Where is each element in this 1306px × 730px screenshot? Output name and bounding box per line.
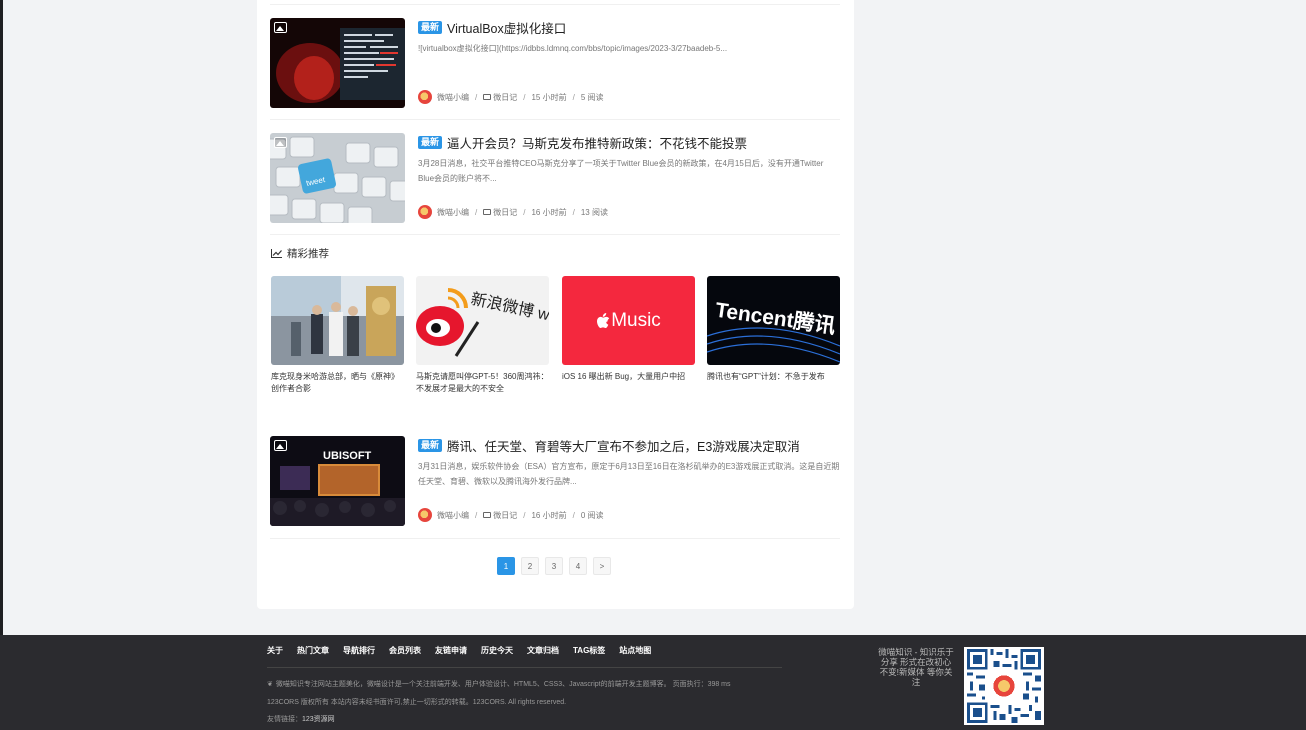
recommendation-image[interactable]: 新浪微博 weibo.com — [416, 276, 549, 365]
read-count: 5 阅读 — [580, 92, 604, 102]
footer-link-hot[interactable]: 热门文章 — [297, 645, 329, 656]
author-name[interactable]: 微喵小编 — [437, 92, 469, 103]
category-link[interactable]: 微日记 — [493, 92, 517, 103]
read-count: 0 阅读 — [580, 510, 604, 520]
article-thumbnail[interactable]: UBISOFT — [270, 436, 405, 526]
recommendations: 库克现身米哈游总部，晒与《原神》创作者合影 新浪微博 weibo.com 马斯克… — [271, 276, 841, 396]
article-excerpt: ![virtualbox虚拟化接口](https://idbbs.ldmnq.c… — [418, 44, 728, 53]
new-badge: 最新 — [418, 135, 443, 149]
friend-link[interactable]: 123资源网 — [302, 716, 335, 723]
music-logo-text: Music — [611, 309, 661, 331]
post-time: 16 小时前 — [531, 510, 567, 520]
footer-link-members[interactable]: 会员列表 — [389, 645, 421, 656]
article-title[interactable]: 腾讯、任天堂、育碧等大厂宣布不参加之后，E3游戏展决定取消 — [447, 436, 800, 455]
image-icon — [274, 22, 287, 33]
article-title[interactable]: VirtualBox虚拟化接口 — [447, 18, 566, 37]
section-title: 精彩推荐 — [287, 248, 329, 260]
footer-link-sitemap[interactable]: 站点地图 — [619, 645, 651, 656]
recommendation-card[interactable]: 库克现身米哈游总部，晒与《原神》创作者合影 — [271, 276, 404, 395]
avatar[interactable] — [418, 90, 432, 104]
author-name[interactable]: 微喵小编 — [437, 510, 469, 521]
divider — [270, 234, 840, 235]
article-item[interactable]: tweet 最新 逼人开会员？马斯克发布推特新政策：不花钱不能投票 3月28日消… — [270, 119, 840, 238]
footer-link-about[interactable]: 关于 — [267, 645, 283, 656]
comment-icon — [483, 209, 492, 215]
apple-icon — [597, 312, 610, 328]
read-count: 13 阅读 — [580, 207, 608, 217]
ubisoft-sign-text: UBISOFT — [323, 450, 372, 462]
section-header: 精彩推荐 — [271, 246, 329, 261]
page-button-4[interactable]: 4 — [569, 557, 587, 575]
footer-leaf-icon: ❦ — [267, 681, 273, 688]
recommendation-title[interactable]: 库克现身米哈游总部，晒与《原神》创作者合影 — [271, 371, 404, 395]
recommendation-image[interactable]: Music — [562, 276, 695, 365]
article-thumbnail[interactable] — [270, 18, 405, 108]
recommendation-title[interactable]: 腾讯也有“GPT”计划：不急于发布 — [707, 371, 840, 383]
recommendation-card[interactable]: Tencent腾讯 腾讯也有“GPT”计划：不急于发布 — [707, 276, 840, 383]
footer-slogan: 微喵知识 - 知识乐于分享 形式在改初心不变!新媒体 等你关注 — [878, 647, 954, 687]
post-time: 15 小时前 — [531, 92, 567, 102]
footer-nav: 关于 热门文章 导航排行 会员列表 友链申请 历史今天 文章归档 TAG标签 站… — [267, 645, 665, 656]
footer-friend-links: 友情链接：123资源网 — [267, 716, 335, 723]
article-thumbnail[interactable]: tweet — [270, 133, 405, 223]
article-meta: 微喵小编 / 微日记 / 15 小时前 / 5 阅读 — [418, 90, 604, 104]
image-icon — [274, 137, 287, 148]
recommendation-card[interactable]: 新浪微博 weibo.com 马斯克请愿叫停GPT-5！360周鸿祎：不发展才是… — [416, 276, 549, 395]
article-excerpt: 3月31日消息，娱乐软件协会（ESA）官方宣布，原定于6月13日至16日在洛杉矶… — [418, 462, 840, 486]
article-item[interactable]: UBISOFT 最新 腾讯、任天堂、育碧等大厂宣布不参加之后，E3游戏展决定取消… — [270, 436, 840, 541]
article-meta: 微喵小编 / 微日记 / 16 小时前 / 0 阅读 — [418, 508, 604, 522]
divider — [270, 4, 840, 5]
footer-link-history[interactable]: 历史今天 — [481, 645, 513, 656]
footer-divider — [267, 667, 782, 668]
footer-copyright: 123CORS 版权所有 本站内容未经书面许可,禁止一切形式的转载。123COR… — [267, 699, 567, 706]
recommendation-image[interactable]: Tencent腾讯 — [707, 276, 840, 365]
article-meta: 微喵小编 / 微日记 / 16 小时前 / 13 阅读 — [418, 205, 608, 219]
recommendation-card[interactable]: Music iOS 16 曝出新 Bug，大量用户中招 — [562, 276, 695, 383]
comment-icon — [483, 512, 492, 518]
page-button-2[interactable]: 2 — [521, 557, 539, 575]
pagination: 1 2 3 4 > — [497, 557, 617, 575]
article-item[interactable]: 最新 VirtualBox虚拟化接口 ![virtualbox虚拟化接口](ht… — [270, 4, 840, 123]
footer-description: ❦ 微喵知识专注网站主题美化，微喵设计是一个关注前端开发、用户体验设计、HTML5… — [267, 681, 731, 688]
qr-code — [964, 647, 1044, 725]
footer-link-archive[interactable]: 文章归档 — [527, 645, 559, 656]
divider — [270, 119, 840, 120]
article-excerpt: 3月28日消息，社交平台推特CEO马斯克分享了一项关于Twitter Blue会… — [418, 159, 824, 183]
category-link[interactable]: 微日记 — [493, 510, 517, 521]
category-link[interactable]: 微日记 — [493, 207, 517, 218]
comment-icon — [483, 94, 492, 100]
window-edge — [0, 0, 3, 730]
image-icon — [274, 440, 287, 451]
recommendation-title[interactable]: iOS 16 曝出新 Bug，大量用户中招 — [562, 371, 695, 383]
trend-chart-icon — [271, 249, 282, 258]
author-name[interactable]: 微喵小编 — [437, 207, 469, 218]
footer-link-tags[interactable]: TAG标签 — [573, 645, 605, 656]
article-title[interactable]: 逼人开会员？马斯克发布推特新政策：不花钱不能投票 — [447, 133, 747, 152]
post-time: 16 小时前 — [531, 207, 567, 217]
page-button-1[interactable]: 1 — [497, 557, 515, 575]
article-list-card: 最新 VirtualBox虚拟化接口 ![virtualbox虚拟化接口](ht… — [257, 0, 854, 609]
avatar[interactable] — [418, 508, 432, 522]
next-page-button[interactable]: > — [593, 557, 611, 575]
recommendation-image[interactable] — [271, 276, 404, 365]
footer-link-ranking[interactable]: 导航排行 — [343, 645, 375, 656]
page-button-3[interactable]: 3 — [545, 557, 563, 575]
new-badge: 最新 — [418, 438, 443, 452]
new-badge: 最新 — [418, 20, 443, 34]
site-footer: 关于 热门文章 导航排行 会员列表 友链申请 历史今天 文章归档 TAG标签 站… — [0, 635, 1306, 730]
divider — [270, 538, 840, 539]
footer-link-friendlink[interactable]: 友链申请 — [435, 645, 467, 656]
avatar[interactable] — [418, 205, 432, 219]
recommendation-title[interactable]: 马斯克请愿叫停GPT-5！360周鸿祎：不发展才是最大的不安全 — [416, 371, 549, 395]
